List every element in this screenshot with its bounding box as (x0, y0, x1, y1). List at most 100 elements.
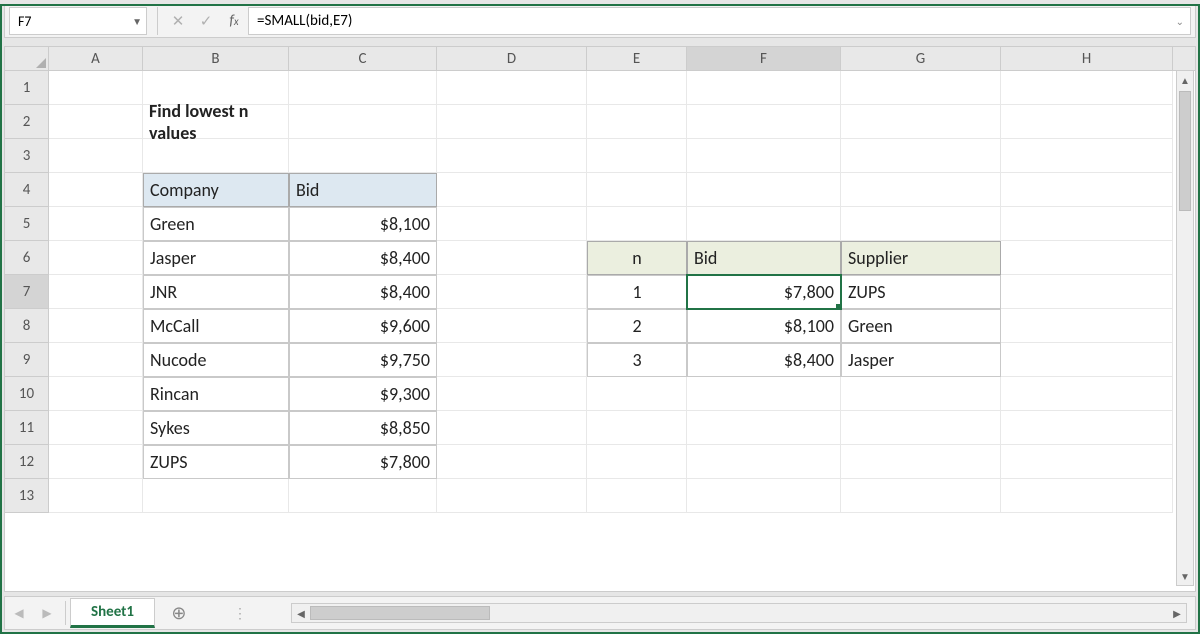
name-box[interactable]: F7 ▼ (9, 7, 147, 35)
col-header-F[interactable]: F (687, 47, 841, 70)
accept-formula-button[interactable]: ✓ (192, 7, 220, 35)
cell-B10[interactable]: Rincan (143, 377, 289, 411)
cell-C9[interactable]: $9,750 (289, 343, 437, 377)
scroll-left-arrow-icon[interactable]: ◀ (292, 604, 310, 622)
cell-C8[interactable]: $9,600 (289, 309, 437, 343)
cell-B4[interactable]: Company (143, 173, 289, 207)
cell-A8[interactable] (49, 309, 143, 343)
cell-F6[interactable]: Bid (687, 241, 841, 275)
row-header-12[interactable]: 12 (5, 445, 49, 479)
col-header-E[interactable]: E (587, 47, 687, 70)
cell-G3[interactable] (841, 139, 1001, 173)
cell-D3[interactable] (437, 139, 587, 173)
cell-F10[interactable] (687, 377, 841, 411)
next-sheet-button[interactable]: ▶ (33, 597, 61, 629)
cell-D10[interactable] (437, 377, 587, 411)
chevron-down-icon[interactable]: ▼ (132, 15, 142, 28)
cell-F12[interactable] (687, 445, 841, 479)
cell-D9[interactable] (437, 343, 587, 377)
scroll-right-arrow-icon[interactable]: ▶ (1168, 604, 1186, 622)
cell-C1[interactable] (289, 71, 437, 105)
cell-A12[interactable] (49, 445, 143, 479)
cell-G13[interactable] (841, 479, 1001, 513)
cell-D8[interactable] (437, 309, 587, 343)
select-all-triangle[interactable] (5, 47, 49, 70)
cell-A1[interactable] (49, 71, 143, 105)
scroll-up-arrow-icon[interactable]: ▲ (1177, 71, 1193, 89)
cell-A4[interactable] (49, 173, 143, 207)
row-header-3[interactable]: 3 (5, 139, 49, 173)
cell-E2[interactable] (587, 105, 687, 139)
cell-F5[interactable] (687, 207, 841, 241)
cell-G1[interactable] (841, 71, 1001, 105)
formula-input[interactable]: =SMALL(bid,E7) ⌄ (248, 7, 1191, 35)
cell-B8[interactable]: McCall (143, 309, 289, 343)
cell-C6[interactable]: $8,400 (289, 241, 437, 275)
cell-B5[interactable]: Green (143, 207, 289, 241)
cell-A10[interactable] (49, 377, 143, 411)
cell-C4[interactable]: Bid (289, 173, 437, 207)
cell-D13[interactable] (437, 479, 587, 513)
cell-B13[interactable] (143, 479, 289, 513)
scroll-thumb[interactable] (310, 606, 490, 620)
cell-E8[interactable]: 2 (587, 309, 687, 343)
cell-C3[interactable] (289, 139, 437, 173)
cell-D1[interactable] (437, 71, 587, 105)
vertical-scrollbar[interactable]: ▲ ▼ (1176, 70, 1194, 586)
cell-B3[interactable] (143, 139, 289, 173)
cell-H8[interactable] (1001, 309, 1173, 343)
cell-D2[interactable] (437, 105, 587, 139)
cell-H5[interactable] (1001, 207, 1173, 241)
cell-C5[interactable]: $8,100 (289, 207, 437, 241)
cell-A6[interactable] (49, 241, 143, 275)
cell-A13[interactable] (49, 479, 143, 513)
col-header-C[interactable]: C (289, 47, 437, 70)
prev-sheet-button[interactable]: ◀ (5, 597, 33, 629)
cell-H7[interactable] (1001, 275, 1173, 309)
cell-C7[interactable]: $8,400 (289, 275, 437, 309)
cell-E3[interactable] (587, 139, 687, 173)
cell-E1[interactable] (587, 71, 687, 105)
cell-E5[interactable] (587, 207, 687, 241)
cell-A2[interactable] (49, 105, 143, 139)
cell-D4[interactable] (437, 173, 587, 207)
cell-H2[interactable] (1001, 105, 1173, 139)
cell-E9[interactable]: 3 (587, 343, 687, 377)
cell-G8[interactable]: Green (841, 309, 1001, 343)
cell-A9[interactable] (49, 343, 143, 377)
cell-F7[interactable]: $7,800 (687, 275, 841, 309)
chevron-down-icon[interactable]: ⌄ (1176, 15, 1184, 28)
cell-D11[interactable] (437, 411, 587, 445)
cell-C12[interactable]: $7,800 (289, 445, 437, 479)
cell-F8[interactable]: $8,100 (687, 309, 841, 343)
cell-E4[interactable] (587, 173, 687, 207)
col-header-D[interactable]: D (437, 47, 587, 70)
row-header-5[interactable]: 5 (5, 207, 49, 241)
drag-handle-icon[interactable]: ⋮ (233, 605, 245, 622)
cell-D7[interactable] (437, 275, 587, 309)
cell-H3[interactable] (1001, 139, 1173, 173)
cell-B7[interactable]: JNR (143, 275, 289, 309)
add-sheet-button[interactable]: ⊕ (165, 599, 193, 627)
row-header-1[interactable]: 1 (5, 71, 49, 105)
cell-F3[interactable] (687, 139, 841, 173)
cell-H13[interactable] (1001, 479, 1173, 513)
cell-H12[interactable] (1001, 445, 1173, 479)
cell-C11[interactable]: $8,850 (289, 411, 437, 445)
cell-C13[interactable] (289, 479, 437, 513)
cell-E6[interactable]: n (587, 241, 687, 275)
cell-C2[interactable] (289, 105, 437, 139)
cell-H4[interactable] (1001, 173, 1173, 207)
cell-D12[interactable] (437, 445, 587, 479)
cell-G12[interactable] (841, 445, 1001, 479)
horizontal-scrollbar[interactable]: ◀ ▶ (291, 603, 1187, 623)
cell-B2[interactable]: Find lowest n values (143, 105, 289, 139)
col-header-B[interactable]: B (143, 47, 289, 70)
cell-G6[interactable]: Supplier (841, 241, 1001, 275)
cell-F9[interactable]: $8,400 (687, 343, 841, 377)
cell-D5[interactable] (437, 207, 587, 241)
cell-F13[interactable] (687, 479, 841, 513)
cell-H10[interactable] (1001, 377, 1173, 411)
row-header-7[interactable]: 7 (5, 275, 49, 309)
cell-G5[interactable] (841, 207, 1001, 241)
